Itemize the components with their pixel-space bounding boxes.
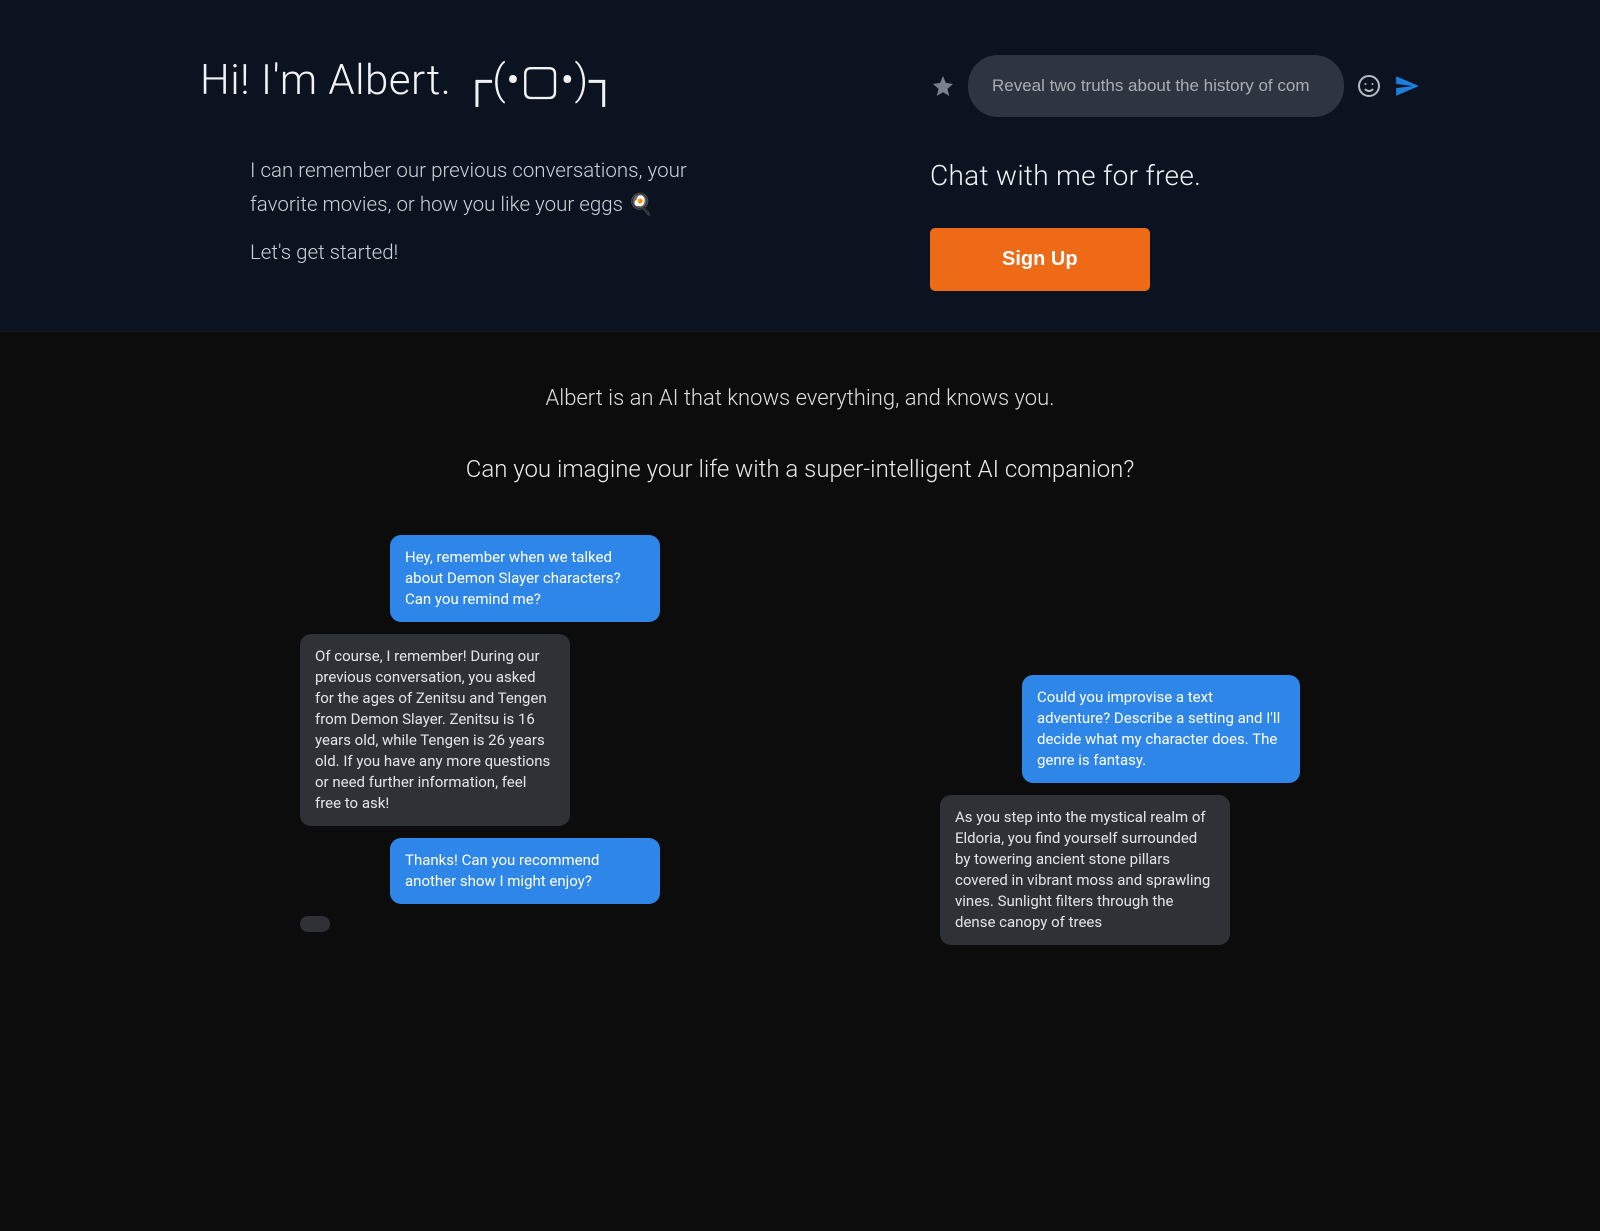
chat-bubble-ai: As you step into the mystical realm of E… xyxy=(940,795,1230,945)
about-line-2: Can you imagine your life with a super-i… xyxy=(0,455,1600,483)
about-line-1: Albert is an AI that knows everything, a… xyxy=(0,386,1600,411)
chat-example-column: Hey, remember when we talked about Demon… xyxy=(300,535,660,945)
hero-section: Hi! I'm Albert. ┌(•▢•)┐ I can remember o… xyxy=(0,0,1600,331)
chat-bubble-user: Hey, remember when we talked about Demon… xyxy=(390,535,660,622)
chat-input[interactable] xyxy=(968,55,1344,117)
chat-bubble-ai: Of course, I remember! During our previo… xyxy=(300,634,570,826)
signup-button[interactable]: Sign Up xyxy=(930,228,1150,291)
emoji-icon[interactable] xyxy=(1356,73,1382,99)
hero-left: Hi! I'm Albert. ┌(•▢•)┐ I can remember o… xyxy=(200,55,870,291)
cta-heading: Chat with me for free. xyxy=(930,159,1420,192)
chat-input-row xyxy=(930,55,1420,117)
hero-desc-paragraph: I can remember our previous conversation… xyxy=(250,155,710,223)
hero-title: Hi! I'm Albert. ┌(•▢•)┐ xyxy=(200,55,870,105)
chat-bubble-user: Could you improvise a text adventure? De… xyxy=(1022,675,1300,783)
hero-description: I can remember our previous conversation… xyxy=(250,155,710,270)
about-section: Albert is an AI that knows everything, a… xyxy=(0,331,1600,1231)
chat-bubble-ai xyxy=(300,916,330,932)
chat-examples: Hey, remember when we talked about Demon… xyxy=(0,535,1600,945)
chat-example-column: Could you improvise a text adventure? De… xyxy=(940,535,1300,945)
send-icon[interactable] xyxy=(1394,73,1420,99)
hero-desc-paragraph: Let's get started! xyxy=(250,237,710,271)
chat-bubble-user: Thanks! Can you recommend another show I… xyxy=(390,838,660,904)
hero-right: Chat with me for free. Sign Up xyxy=(930,55,1420,291)
star-icon[interactable] xyxy=(930,73,956,99)
about-intro: Albert is an AI that knows everything, a… xyxy=(0,386,1600,483)
